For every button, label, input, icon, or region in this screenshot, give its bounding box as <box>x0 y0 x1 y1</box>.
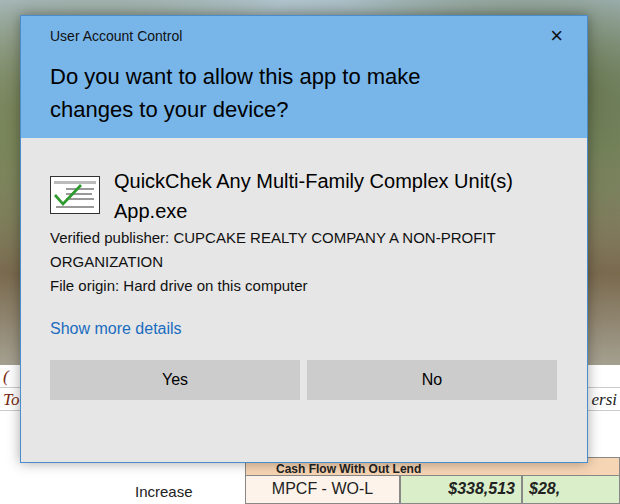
close-button[interactable]: × <box>546 26 567 46</box>
document-text: ( <box>3 367 9 387</box>
dialog-button[interactable]: Yes <box>50 360 300 400</box>
sheet-cell: $338,513 <box>400 475 522 504</box>
dialog-title: User Account Control <box>50 28 182 44</box>
app-check-icon <box>50 176 100 214</box>
uac-dialog: User Account Control × Do you want to allo… <box>20 15 588 463</box>
document-text: ersi <box>592 390 618 410</box>
row-label: Increase <box>0 475 245 504</box>
document-text: To <box>3 390 19 410</box>
origin-text: File origin: Hard drive on this computer <box>50 274 550 298</box>
spreadsheet: Cash Flow With Out LendIncreaseMPCF - WO… <box>0 457 620 504</box>
show-details-link[interactable]: Show more details <box>50 320 182 338</box>
app-name: QuickChek Any Multi-Family Complex Unit(… <box>114 166 558 226</box>
desktop: ( To ersi Cash Flow With Out LendIncreaseMP… <box>0 0 620 504</box>
sheet-cell: MPCF - WO-L <box>245 475 400 504</box>
publisher-text: Verified publisher: CUPCAKE REALTY COMPA… <box>50 226 550 274</box>
button-row: YesNo <box>50 360 558 400</box>
dialog-body: QuickChek Any Multi-Family Complex Unit(… <box>21 138 587 462</box>
dialog-header: User Account Control × Do you want to allo… <box>21 16 587 138</box>
dialog-question: Do you want to allow this app to make ch… <box>50 60 490 126</box>
dialog-button[interactable]: No <box>307 360 557 400</box>
sheet-row: IncreaseMPCF - WO-L$338,513$28, <box>0 475 620 504</box>
sheet-cell: $28, <box>522 475 620 504</box>
app-info: QuickChek Any Multi-Family Complex Unit(… <box>50 166 558 226</box>
